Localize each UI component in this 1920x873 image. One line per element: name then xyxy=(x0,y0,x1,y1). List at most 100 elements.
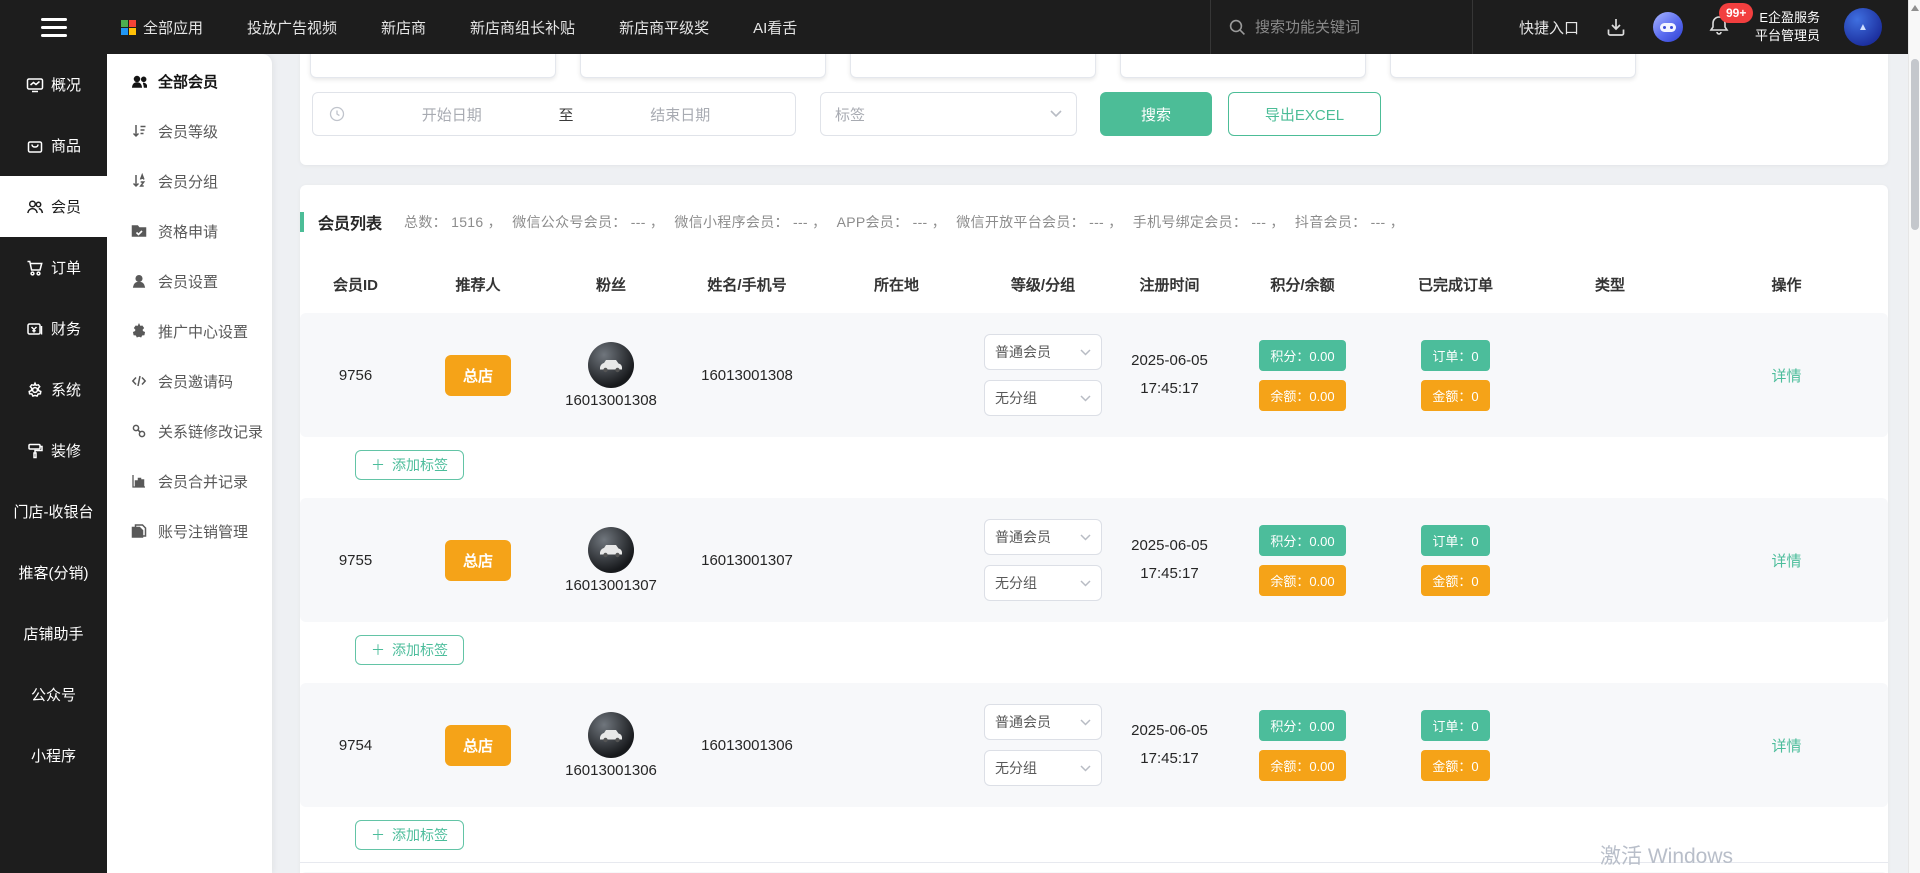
level-select[interactable]: 普通会员 xyxy=(984,334,1102,370)
member-stat-1: 微信公众号会员： --- ， xyxy=(512,214,664,230)
filter-input-4[interactable] xyxy=(1120,54,1366,78)
member-stat-2: 微信小程序会员： --- ， xyxy=(674,214,826,230)
scrollbar-up-arrow[interactable] xyxy=(1911,5,1919,11)
top-menu-item[interactable]: AI看舌 xyxy=(753,17,797,38)
all-apps-label: 全部应用 xyxy=(143,17,203,38)
user-avatar[interactable]: ▲ xyxy=(1844,8,1882,46)
ai-assistant-icon[interactable] xyxy=(1653,12,1683,42)
points-balance-cell: 积分：0.00 余额：0.00 xyxy=(1229,340,1376,411)
submenu-item-6[interactable]: 会员邀请码 xyxy=(107,356,272,406)
detail-link[interactable]: 详情 xyxy=(1771,550,1801,571)
stat-label: 微信公众号会员： xyxy=(512,214,626,230)
level-select[interactable]: 普通会员 xyxy=(984,704,1102,740)
tag-select[interactable]: 标签 xyxy=(820,92,1077,136)
download-icon[interactable] xyxy=(1603,14,1629,40)
filter-input-1[interactable] xyxy=(310,54,556,78)
member-stat-4: 微信开放平台会员： --- ， xyxy=(956,214,1122,230)
add-tag-button[interactable]: ＋ 添加标签 xyxy=(355,635,464,665)
export-excel-button[interactable]: 导出EXCEL xyxy=(1228,92,1381,136)
finance-icon xyxy=(26,320,44,338)
register-time: 2025-06-0517:45:17 xyxy=(1110,719,1229,771)
level-group-cell: 普通会员 无分组 xyxy=(976,334,1110,416)
sidebar-item-6[interactable]: 装修 xyxy=(0,420,107,481)
top-menu-item[interactable]: 新店商组长补贴 xyxy=(470,17,575,38)
all-apps-button[interactable]: 全部应用 xyxy=(121,17,203,38)
notifications-button[interactable]: 99+ xyxy=(1707,13,1731,42)
submenu-item-5[interactable]: 推广中心设置 xyxy=(107,306,272,356)
search-input[interactable] xyxy=(1255,19,1435,36)
submenu-item-4[interactable]: 会员设置 xyxy=(107,256,272,306)
submenu-item-7[interactable]: 关系链修改记录 xyxy=(107,406,272,456)
topbar-right: 快捷入口 99+ E企盈服务 平台管理员 ▲ xyxy=(1519,8,1908,46)
sidebar-item-7[interactable]: 门店-收银台 xyxy=(0,481,107,542)
top-menu-item[interactable]: 新店商 xyxy=(381,17,426,38)
hamburger-menu-icon[interactable] xyxy=(0,0,107,54)
detail-link[interactable]: 详情 xyxy=(1771,735,1801,756)
level-select[interactable]: 普通会员 xyxy=(984,519,1102,555)
filter-input-2[interactable] xyxy=(580,54,826,78)
top-menu-item[interactable]: 投放广告视频 xyxy=(247,17,337,38)
filter-input-5[interactable] xyxy=(1390,54,1636,78)
add-tag-button[interactable]: ＋ 添加标签 xyxy=(355,450,464,480)
apps-grid-icon xyxy=(121,20,136,35)
scrollbar-thumb[interactable] xyxy=(1911,59,1919,230)
referrer-badge: 总店 xyxy=(445,725,511,766)
submenu-item-8[interactable]: 会员合并记录 xyxy=(107,456,272,506)
submenu-item-label: 会员分组 xyxy=(158,171,218,192)
sidebar-item-8[interactable]: 推客(分销) xyxy=(0,542,107,603)
title-accent-bar xyxy=(300,212,304,232)
member-stat-6: 抖音会员： --- ， xyxy=(1295,214,1404,230)
sidebar-item-4[interactable]: 财务 xyxy=(0,298,107,359)
sidebar-item-1[interactable]: 商品 xyxy=(0,115,107,176)
top-navbar: 全部应用 投放广告视频 新店商 新店商组长补贴 新店商平级奖 AI看舌 快捷入口 99+… xyxy=(0,0,1908,54)
gear-icon xyxy=(131,323,147,339)
submenu-item-9[interactable]: 账号注销管理 xyxy=(107,506,272,556)
page: 全部应用 投放广告视频 新店商 新店商组长补贴 新店商平级奖 AI看舌 快捷入口 99+… xyxy=(0,0,1920,873)
notification-badge: 99+ xyxy=(1719,3,1753,23)
sidebar-item-10[interactable]: 公众号 xyxy=(0,664,107,725)
sidebar-item-label: 商品 xyxy=(51,135,81,156)
member-avatar xyxy=(588,342,634,388)
sidebar-item-5[interactable]: 系统 xyxy=(0,359,107,420)
sidebar-item-3[interactable]: 订单 xyxy=(0,237,107,298)
users-icon xyxy=(131,73,147,89)
sidebar-item-label: 小程序 xyxy=(31,745,76,766)
add-tag-button[interactable]: ＋ 添加标签 xyxy=(355,820,464,850)
column-header-7: 积分/余额 xyxy=(1229,274,1376,295)
fans-cell: 16013001306 xyxy=(545,712,677,779)
orders-amount-cell: 订单：0 金额：0 xyxy=(1376,525,1535,596)
group-select[interactable]: 无分组 xyxy=(984,750,1102,786)
add-tag-row: ＋ 添加标签 xyxy=(355,450,1888,480)
top-menu-item[interactable]: 新店商平级奖 xyxy=(619,17,709,38)
stat-label: 总数： xyxy=(404,214,447,230)
page-scrollbar[interactable] xyxy=(1908,0,1920,873)
chevron-down-icon xyxy=(1080,580,1091,587)
level-group-cell: 普通会员 无分组 xyxy=(976,704,1110,786)
submenu-item-2[interactable]: 会员分组 xyxy=(107,156,272,206)
amount-badge: 金额：0 xyxy=(1421,565,1489,596)
sidebar-item-11[interactable]: 小程序 xyxy=(0,725,107,786)
submenu-item-0[interactable]: 全部会员 xyxy=(107,56,272,106)
quick-entry-button[interactable]: 快捷入口 xyxy=(1519,17,1579,38)
plus-icon: ＋ xyxy=(371,825,385,845)
stat-label: 手机号绑定会员： xyxy=(1133,214,1247,230)
filter-card: 开始日期 至 结束日期 标签 搜索 导出EXCEL xyxy=(300,54,1888,165)
fans-cell: 16013001308 xyxy=(545,342,677,409)
submenu-item-3[interactable]: 资格申请 xyxy=(107,206,272,256)
filter-input-3[interactable] xyxy=(850,54,1096,78)
date-end-placeholder: 结束日期 xyxy=(582,104,780,125)
submenu-item-1[interactable]: 会员等级 xyxy=(107,106,272,156)
sidebar-item-2[interactable]: 会员 xyxy=(0,176,107,237)
column-header-0: 会员ID xyxy=(300,274,411,295)
group-select[interactable]: 无分组 xyxy=(984,565,1102,601)
group-select[interactable]: 无分组 xyxy=(984,380,1102,416)
member-id: 9756 xyxy=(300,367,411,384)
sidebar-item-0[interactable]: 概况 xyxy=(0,54,107,115)
car-avatar-icon xyxy=(596,535,626,565)
date-range-picker[interactable]: 开始日期 至 结束日期 xyxy=(312,92,796,136)
sidebar-item-9[interactable]: 店铺助手 xyxy=(0,603,107,664)
detail-link[interactable]: 详情 xyxy=(1771,365,1801,386)
search-button[interactable]: 搜索 xyxy=(1100,92,1212,136)
add-tag-label: 添加标签 xyxy=(392,640,448,660)
fans-count: 16013001308 xyxy=(565,392,657,409)
